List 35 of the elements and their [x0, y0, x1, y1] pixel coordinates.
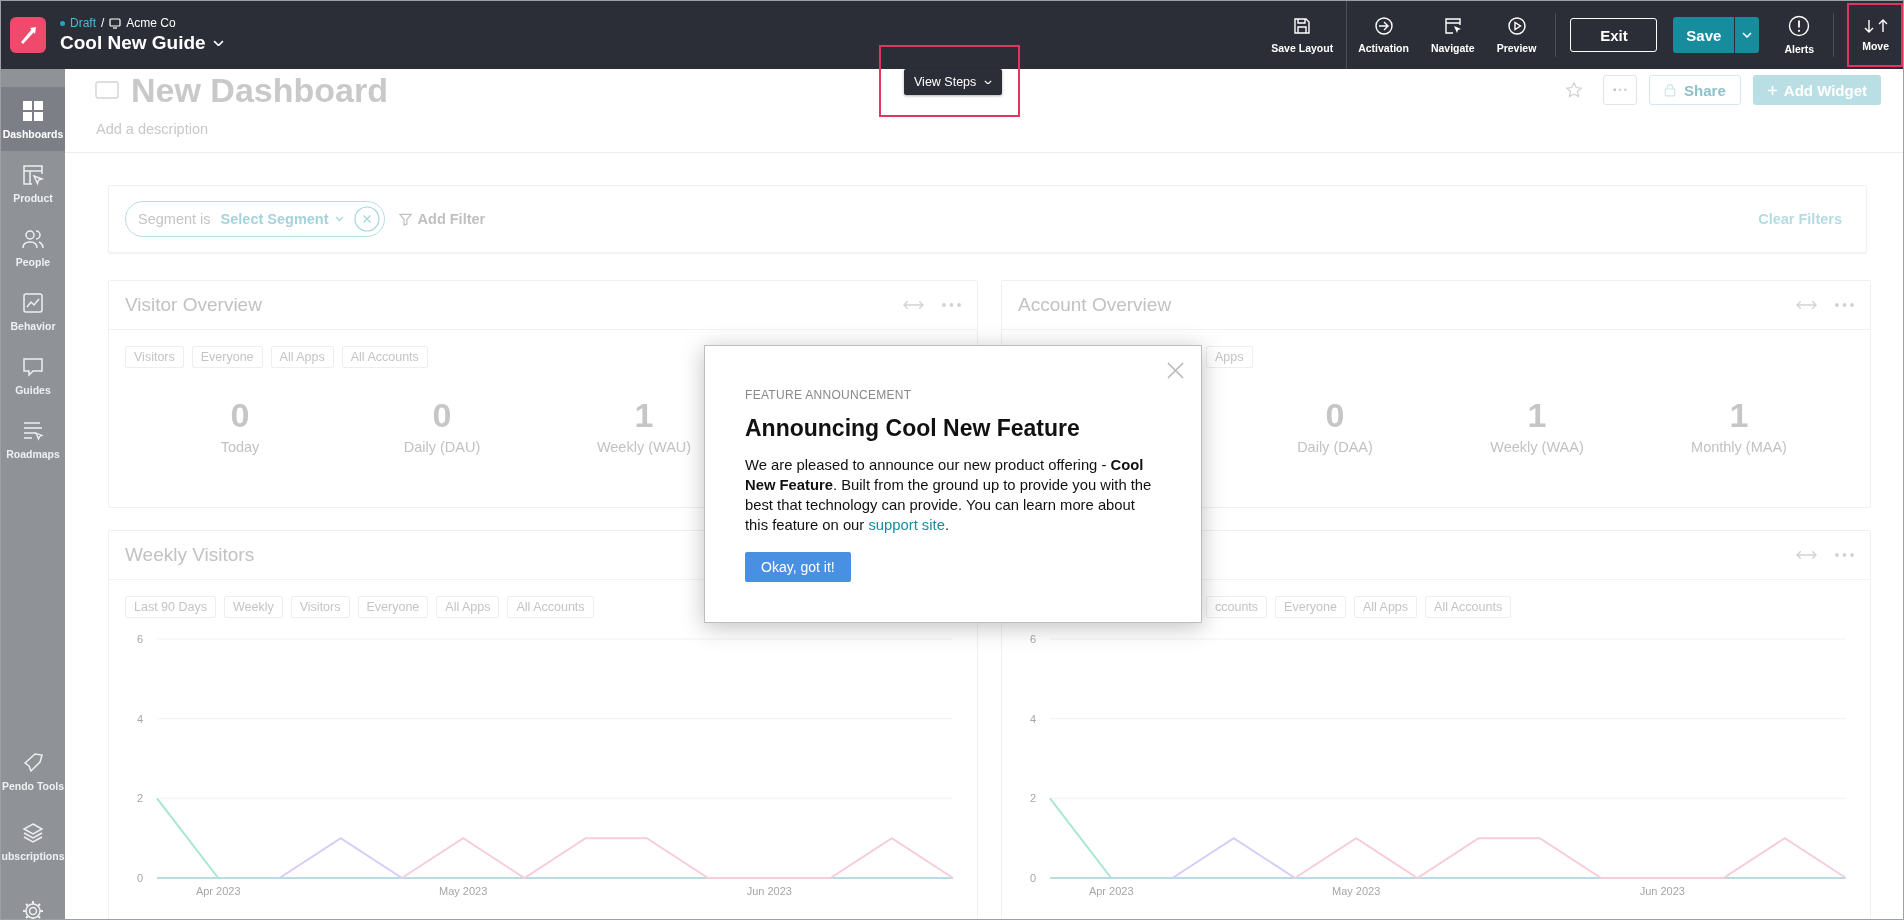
metric-value: 1 [1729, 396, 1749, 435]
dialog-title: Announcing Cool New Feature [745, 415, 1081, 442]
metric-label: Weekly (WAA) [1490, 439, 1584, 455]
axis-label: May 2023 [1332, 885, 1381, 897]
status-label: Draft [70, 16, 96, 30]
axis-label: 4 [136, 712, 143, 725]
axis-label: Apr 2023 [1088, 885, 1134, 897]
axis-label: 2 [1029, 792, 1036, 805]
axis-label: 0 [136, 872, 143, 884]
segment-label: Segment is [138, 211, 211, 227]
breadcrumb-separator: / [101, 16, 105, 30]
dialog-text: We are pleased to announce our new product offering - Cool New Feature. Built from the ground up to provide you with the best that technology can provide. You can learn more about this feature on our support site. [745, 456, 1153, 535]
axis-label: Jun 2023 [1639, 885, 1685, 897]
axis-label: 4 [1029, 712, 1036, 725]
metric-value: 0 [1325, 396, 1345, 435]
axis-label: 6 [136, 633, 143, 645]
axis-label: 0 [1029, 872, 1036, 884]
axis-label: 6 [1029, 633, 1036, 645]
metric-label: Daily (DAU) [403, 439, 481, 455]
metric-label: Weekly (WAU) [596, 439, 692, 455]
metric-value: 0 [432, 396, 452, 435]
metric-value: 0 [230, 396, 250, 435]
axis-label: Jun 2023 [746, 885, 792, 897]
axis-label: 2 [136, 792, 143, 805]
metric-value: 1 [1527, 396, 1547, 435]
metric-label: Daily (DAA) [1297, 439, 1373, 455]
metric-label: Today [220, 439, 260, 455]
metric-label: Monthly (MAA) [1691, 439, 1787, 455]
dialog-eyebrow: FEATURE ANNOUNCEMENT [745, 388, 913, 402]
axis-label: May 2023 [439, 885, 488, 897]
widget-title: Account Overview [1018, 294, 1172, 316]
widget-title: Weekly Visitors [125, 544, 255, 566]
axis-label: Apr 2023 [195, 885, 241, 897]
metric-value: 1 [634, 396, 654, 435]
widget-title: Visitor Overview [125, 294, 262, 316]
